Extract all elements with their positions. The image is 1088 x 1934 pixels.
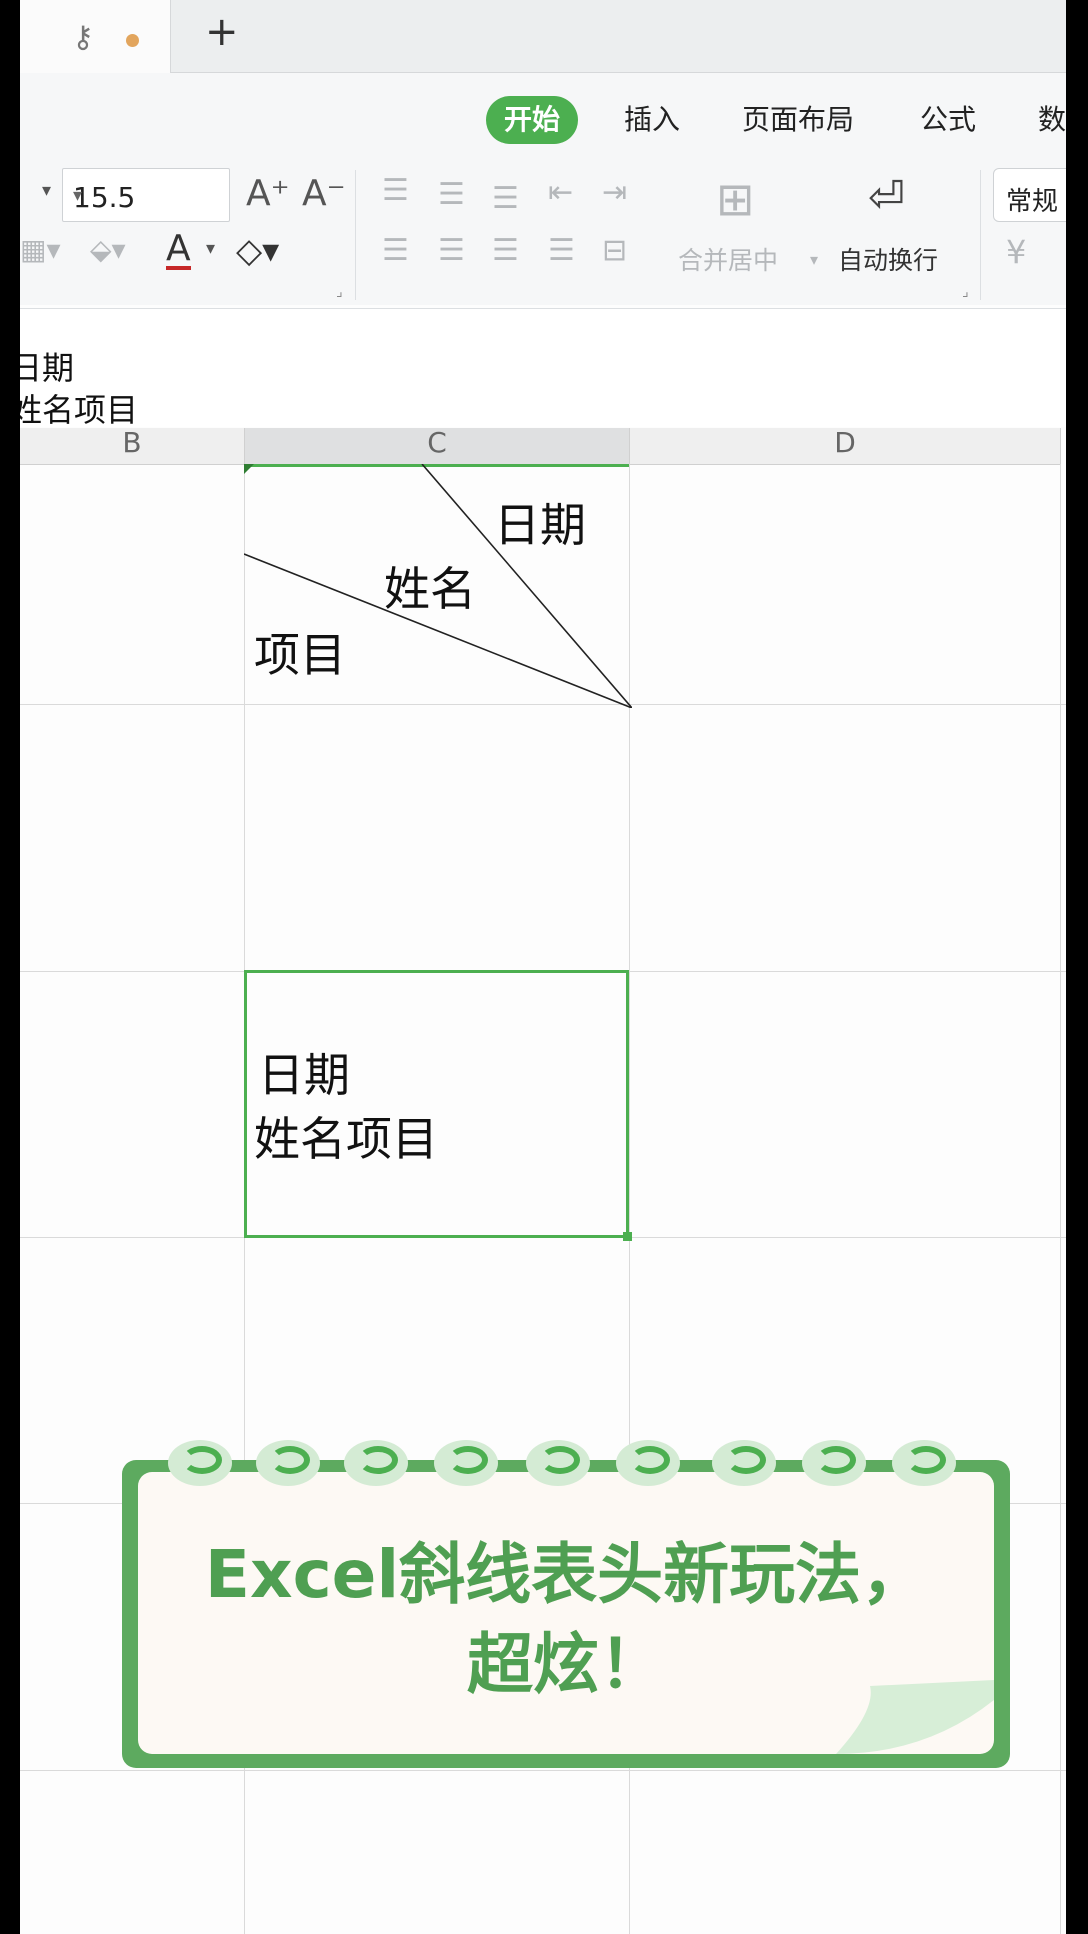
number-format-value: 常规	[1006, 187, 1059, 217]
wrap-text-icon[interactable]: ⏎	[868, 176, 905, 220]
eraser-icon[interactable]: ◇▾	[236, 234, 279, 268]
header-label-date: 日期	[494, 498, 586, 552]
grid-line	[1060, 464, 1061, 1934]
merge-center-button[interactable]: 合并居中	[678, 248, 778, 273]
menu-data[interactable]: 数	[1038, 96, 1066, 144]
divider	[355, 170, 356, 300]
grid-line	[20, 1770, 1066, 1771]
formula-line-1: 日期	[20, 349, 75, 387]
chevron-down-icon: ▾	[73, 185, 83, 206]
font-name-dropdown-icon[interactable]: ▾	[42, 182, 51, 200]
active-cell-line-1: 日期	[258, 1048, 350, 1102]
align-middle-icon[interactable]: ☰	[438, 180, 465, 210]
binder-ring-icon	[256, 1440, 320, 1486]
banner-line-1: Excel斜线表头新玩法，	[204, 1536, 928, 1613]
font-dialog-launcher-icon[interactable]: ⌟	[336, 284, 343, 300]
distributed-icon[interactable]: ⊟	[602, 236, 627, 266]
decrease-font-button[interactable]: A⁻	[302, 176, 346, 212]
menu-formula[interactable]: 公式	[920, 96, 976, 144]
active-cell[interactable]	[244, 970, 629, 1238]
header-label-item: 项目	[254, 628, 346, 682]
binder-ring-icon	[526, 1440, 590, 1486]
spreadsheet-screen: ⚷ + 开始 插入 页面布局 公式 数 ▾ 15.5 ▾ A⁺ A⁻ ▦▾ ⬙▾…	[20, 0, 1066, 1934]
new-tab-button[interactable]: +	[205, 12, 239, 52]
binder-ring-icon	[344, 1440, 408, 1486]
tab-bar: ⚷ +	[20, 0, 1066, 73]
unsaved-dot-icon	[126, 34, 139, 47]
wrap-text-button[interactable]: 自动换行	[838, 248, 938, 273]
font-size-field[interactable]: 15.5 ▾	[62, 168, 230, 222]
menu-start[interactable]: 开始	[486, 96, 579, 144]
merge-center-icon[interactable]: ⊞	[716, 176, 755, 222]
binder-ring-icon	[616, 1440, 680, 1486]
menu-page-layout[interactable]: 页面布局	[742, 96, 854, 144]
binder-ring-icon	[168, 1440, 232, 1486]
binder-ring-icon	[434, 1440, 498, 1486]
justify-icon[interactable]: ☰	[548, 236, 575, 266]
increase-font-button[interactable]: A⁺	[246, 176, 290, 212]
align-right-icon[interactable]: ☰	[492, 236, 519, 266]
align-top-icon[interactable]: ☰	[382, 176, 409, 206]
banner-line-2: 超炫！	[467, 1626, 665, 1703]
binder-ring-icon	[892, 1440, 956, 1486]
binder-ring-icon	[802, 1440, 866, 1486]
decrease-indent-icon[interactable]: ⇤	[548, 178, 573, 208]
binder-ring-icon	[712, 1440, 776, 1486]
font-color-dropdown-icon[interactable]: ▾	[206, 240, 215, 258]
key-icon: ⚷	[72, 20, 94, 55]
border-icon[interactable]: ▦▾	[20, 236, 61, 264]
align-center-icon[interactable]: ☰	[438, 236, 465, 266]
active-cell-line-2: 姓名项目	[254, 1112, 438, 1166]
menu-insert[interactable]: 插入	[624, 96, 680, 144]
number-format-dropdown[interactable]: 常规	[993, 168, 1066, 222]
cell-marker-icon	[244, 464, 254, 474]
banner-title: Excel斜线表头新玩法， 超炫！	[138, 1530, 994, 1710]
currency-button[interactable]: ¥	[1006, 236, 1026, 268]
column-header-c[interactable]: C	[245, 428, 630, 467]
font-color-icon[interactable]: A	[166, 231, 191, 270]
fill-handle[interactable]	[623, 1232, 632, 1241]
alignment-dialog-launcher-icon[interactable]: ⌟	[962, 284, 969, 300]
column-header-d[interactable]: D	[630, 428, 1061, 465]
align-left-icon[interactable]: ☰	[382, 236, 409, 266]
formula-line-2: 姓名项目	[20, 391, 139, 429]
document-tab[interactable]: ⚷	[20, 0, 171, 73]
increase-indent-icon[interactable]: ⇥	[602, 178, 627, 208]
header-label-name: 姓名	[384, 562, 476, 616]
align-bottom-icon[interactable]: ☰	[492, 184, 519, 214]
merge-dropdown-icon[interactable]: ▾	[810, 252, 818, 268]
divider	[980, 170, 981, 300]
formula-bar[interactable]: 日期 姓名项目	[20, 308, 1066, 429]
column-header-b[interactable]: B	[20, 428, 245, 465]
fill-color-icon[interactable]: ⬙▾	[90, 236, 126, 264]
